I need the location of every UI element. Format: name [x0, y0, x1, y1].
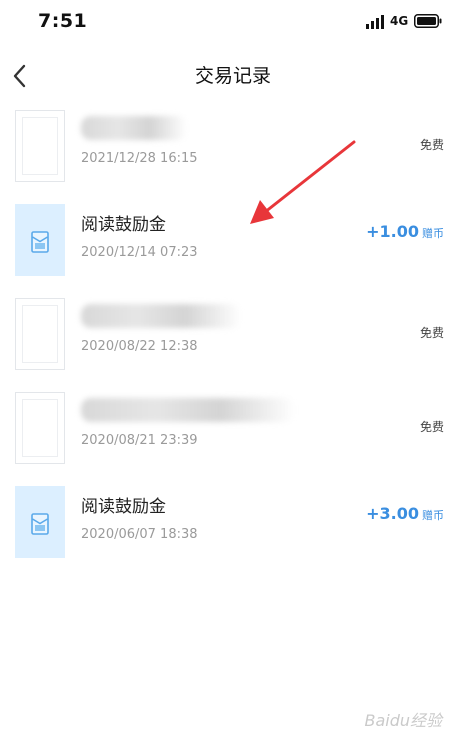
status-time: 7:51 [38, 10, 88, 32]
transaction-row[interactable]: 2020/08/21 23:39 免费 [0, 382, 466, 476]
transaction-row[interactable]: 阅读鼓励金 2020/06/07 18:38 +3.00 赠币 [0, 476, 466, 570]
transaction-list: 2021/12/28 16:15 免费 阅读鼓励金 2020/12/14 07:… [0, 100, 466, 570]
transaction-date: 2020/12/14 07:23 [81, 245, 198, 260]
transaction-date: 2020/08/22 12:38 [81, 339, 198, 354]
transaction-title-redacted [81, 116, 187, 140]
status-bar: 7:51 4G [0, 0, 466, 44]
nav-bar: 交易记录 [0, 50, 466, 98]
transaction-title: 阅读鼓励金 [81, 215, 166, 235]
transaction-amount: +3.00 赠币 [366, 504, 444, 523]
book-cover-thumbnail [15, 392, 65, 464]
transaction-status: 免费 [419, 326, 444, 340]
transaction-status: 免费 [419, 138, 444, 152]
battery-icon [414, 14, 442, 28]
amount-value: +1.00 [366, 222, 419, 241]
amount-value: +3.00 [366, 504, 419, 523]
reward-thumbnail [15, 204, 65, 276]
reward-thumbnail [15, 486, 65, 558]
annotation-arrow-icon [250, 140, 356, 224]
transaction-date: 2020/06/07 18:38 [81, 527, 198, 542]
transaction-date: 2020/08/21 23:39 [81, 433, 198, 448]
transaction-row[interactable]: 2020/08/22 12:38 免费 [0, 288, 466, 382]
transaction-status: 免费 [419, 420, 444, 434]
transaction-date: 2021/12/28 16:15 [81, 151, 198, 166]
network-label: 4G [390, 14, 409, 28]
transaction-row[interactable]: 2021/12/28 16:15 免费 [0, 100, 466, 194]
book-cover-thumbnail [15, 110, 65, 182]
transaction-row[interactable]: 阅读鼓励金 2020/12/14 07:23 +1.00 赠币 [0, 194, 466, 288]
amount-unit: 赠币 [422, 227, 444, 240]
page-title: 交易记录 [194, 65, 271, 87]
red-envelope-icon [31, 513, 49, 535]
signal-icon [366, 15, 384, 29]
transaction-title-redacted [81, 398, 295, 422]
red-envelope-icon [31, 231, 49, 253]
watermark: Baidu经验 [364, 711, 442, 730]
transaction-amount: +1.00 赠币 [366, 222, 444, 241]
book-cover-thumbnail [15, 298, 65, 370]
transaction-title: 阅读鼓励金 [81, 497, 166, 517]
transaction-title-redacted [81, 304, 241, 328]
amount-unit: 赠币 [422, 509, 444, 522]
